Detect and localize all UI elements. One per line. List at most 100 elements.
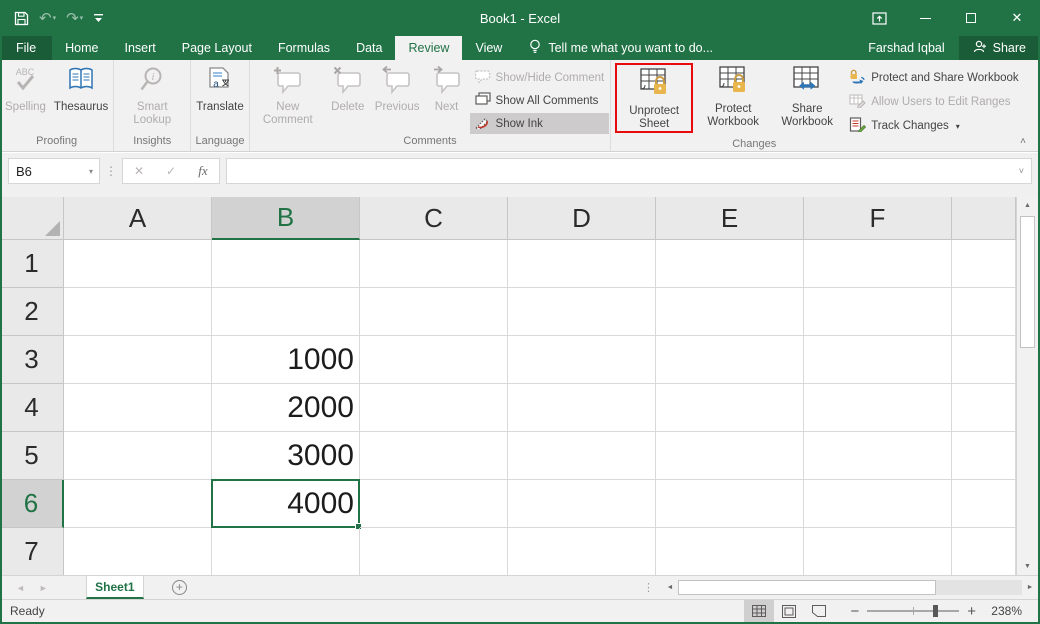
page-break-preview-button[interactable] (804, 600, 834, 622)
zoom-level[interactable]: 238% (984, 604, 1026, 618)
column-header-C[interactable]: C (360, 197, 508, 240)
cell-F7[interactable] (804, 528, 952, 575)
page-layout-view-button[interactable] (774, 600, 804, 622)
cell-E2[interactable] (656, 288, 804, 336)
tab-data[interactable]: Data (343, 36, 395, 60)
ribbon-display-options-icon[interactable] (856, 0, 902, 36)
translate-button[interactable]: a Translate (192, 63, 248, 114)
column-header-A[interactable]: A (64, 197, 212, 240)
cell-C3[interactable] (360, 336, 508, 384)
share-button[interactable]: Share (959, 36, 1040, 60)
column-header-D[interactable]: D (508, 197, 656, 240)
horizontal-scrollbar-track[interactable] (678, 580, 1022, 595)
vertical-scrollbar[interactable]: ▲ ▼ (1016, 197, 1038, 575)
delete-comment-button[interactable]: Delete (325, 63, 371, 114)
tab-review[interactable]: Review (395, 36, 462, 60)
cell-E4[interactable] (656, 384, 804, 432)
next-sheet-icon[interactable]: ► (39, 583, 48, 593)
row-header-3[interactable]: 3 (0, 336, 64, 384)
row-header-4[interactable]: 4 (0, 384, 64, 432)
save-icon[interactable] (14, 11, 29, 26)
cell-A5[interactable] (64, 432, 212, 480)
maximize-button[interactable] (948, 0, 994, 36)
row-header-5[interactable]: 5 (0, 432, 64, 480)
cell-partial-2[interactable] (952, 288, 1016, 336)
cell-D2[interactable] (508, 288, 656, 336)
cell-C2[interactable] (360, 288, 508, 336)
insert-function-button[interactable]: fx (187, 163, 219, 179)
formula-bar-splitter[interactable]: ⋮ (100, 158, 122, 184)
cell-B1[interactable] (212, 240, 360, 288)
undo-icon[interactable]: ↶▾ (39, 11, 56, 26)
scroll-left-icon[interactable]: ◄ (662, 584, 678, 591)
cell-B3[interactable]: 1000 (212, 336, 360, 384)
row-header-2[interactable]: 2 (0, 288, 64, 336)
column-header-E[interactable]: E (656, 197, 804, 240)
share-workbook-button[interactable]: Share Workbook (770, 63, 844, 129)
cell-D7[interactable] (508, 528, 656, 575)
name-box-dropdown-icon[interactable]: ▾ (89, 167, 99, 176)
cell-C1[interactable] (360, 240, 508, 288)
column-header-B[interactable]: B (212, 197, 360, 240)
cell-F4[interactable] (804, 384, 952, 432)
cell-A4[interactable] (64, 384, 212, 432)
zoom-in-icon[interactable]: + (967, 604, 976, 619)
cell-E7[interactable] (656, 528, 804, 575)
enter-button[interactable]: ✓ (155, 164, 187, 178)
cell-A3[interactable] (64, 336, 212, 384)
show-all-comments-button[interactable]: Show All Comments (470, 90, 610, 111)
unprotect-sheet-button[interactable]: Unprotect Sheet (617, 65, 691, 131)
cell-D3[interactable] (508, 336, 656, 384)
cell-B5[interactable]: 3000 (212, 432, 360, 480)
row-header-7[interactable]: 7 (0, 528, 64, 575)
zoom-slider[interactable] (867, 610, 959, 612)
redo-icon[interactable]: ↷▾ (66, 11, 83, 26)
show-ink-button[interactable]: Show Ink (470, 113, 610, 134)
cell-E6[interactable] (656, 480, 804, 528)
cell-F1[interactable] (804, 240, 952, 288)
tab-view[interactable]: View (462, 36, 515, 60)
row-header-6[interactable]: 6 (0, 480, 64, 528)
tab-file[interactable]: File (0, 36, 52, 60)
cell-A1[interactable] (64, 240, 212, 288)
formula-input[interactable] (227, 164, 1019, 179)
expand-formula-bar-icon[interactable]: ˅ (1019, 166, 1031, 176)
customize-quick-access-toolbar-icon[interactable] (93, 13, 104, 24)
name-box-input[interactable] (9, 164, 69, 179)
cancel-button[interactable]: ✕ (123, 164, 155, 178)
cell-C5[interactable] (360, 432, 508, 480)
tab-home[interactable]: Home (52, 36, 111, 60)
cell-D6[interactable] (508, 480, 656, 528)
protect-workbook-button[interactable]: Protect Workbook (696, 63, 770, 129)
cell-partial-3[interactable] (952, 336, 1016, 384)
cell-C6[interactable] (360, 480, 508, 528)
scroll-up-icon[interactable]: ▲ (1017, 197, 1038, 214)
cell-B6[interactable]: 4000 (212, 480, 360, 528)
cell-B4[interactable]: 2000 (212, 384, 360, 432)
tab-page-layout[interactable]: Page Layout (169, 36, 265, 60)
cell-partial-1[interactable] (952, 240, 1016, 288)
tab-insert[interactable]: Insert (112, 36, 169, 60)
cell-F2[interactable] (804, 288, 952, 336)
previous-comment-button[interactable]: Previous (371, 63, 424, 114)
previous-sheet-icon[interactable]: ◄ (16, 583, 25, 593)
cell-partial-6[interactable] (952, 480, 1016, 528)
zoom-slider-handle[interactable] (933, 605, 938, 617)
spelling-button[interactable]: ABC Spelling (1, 63, 50, 114)
tab-scrollbar-splitter[interactable]: ⋮ (635, 576, 662, 599)
cell-F3[interactable] (804, 336, 952, 384)
cell-C4[interactable] (360, 384, 508, 432)
cell-E1[interactable] (656, 240, 804, 288)
vertical-scrollbar-thumb[interactable] (1020, 216, 1035, 348)
show-hide-comment-button[interactable]: Show/Hide Comment (470, 67, 610, 88)
new-sheet-button[interactable]: + (172, 576, 187, 599)
cell-E3[interactable] (656, 336, 804, 384)
name-box[interactable]: ▾ (8, 158, 100, 184)
next-comment-button[interactable]: Next (424, 63, 470, 114)
tell-me-box[interactable]: Tell me what you want to do... (529, 36, 713, 60)
smart-lookup-button[interactable]: i Smart Lookup (115, 63, 189, 127)
cell-D5[interactable] (508, 432, 656, 480)
protect-and-share-workbook-button[interactable]: Protect and Share Workbook (844, 67, 1023, 89)
thesaurus-button[interactable]: Thesaurus (50, 63, 112, 114)
cell-A2[interactable] (64, 288, 212, 336)
